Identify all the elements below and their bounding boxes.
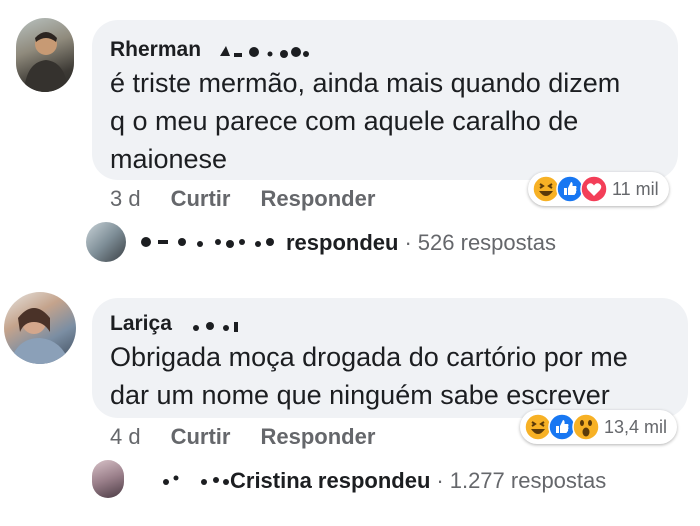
- comment-timestamp[interactable]: 3 d: [110, 186, 141, 212]
- redacted-surname: [186, 316, 246, 336]
- like-button[interactable]: Curtir: [171, 186, 231, 212]
- commenter-avatar[interactable]: [16, 18, 74, 92]
- reply-count: 1.277 respostas: [449, 468, 607, 493]
- replied-label: respondeu: [286, 230, 399, 255]
- comment-text: é triste mermão, ainda mais quando dizem…: [110, 64, 620, 178]
- separator-dot: ·: [404, 230, 412, 255]
- reactions-summary[interactable]: 11 mil: [528, 172, 669, 206]
- comment-actions: 3 d Curtir Responder: [110, 186, 375, 212]
- comment-line: dar um nome que ninguém sabe escrever: [110, 380, 610, 410]
- comment-actions: 4 d Curtir Responder: [110, 424, 375, 450]
- reply-button[interactable]: Responder: [260, 424, 375, 450]
- separator-dot: ·: [436, 468, 444, 493]
- love-icon: [580, 175, 608, 203]
- view-replies-link[interactable]: Cristina respondeu · 1.277 respostas: [230, 468, 606, 494]
- commenter-avatar[interactable]: [4, 292, 76, 364]
- wow-icon: [572, 413, 600, 441]
- replier-avatar[interactable]: [92, 460, 124, 498]
- comment-timestamp[interactable]: 4 d: [110, 424, 141, 450]
- comment-line: Obrigada moça drogada do cartório por me: [110, 342, 628, 372]
- commenter-name[interactable]: Lariça: [110, 312, 172, 336]
- view-replies-link[interactable]: respondeu · 526 respostas: [286, 230, 556, 256]
- comment-line: é triste mermão, ainda mais quando dizem: [110, 68, 621, 98]
- commenter-name[interactable]: Rherman: [110, 38, 201, 62]
- reactions-summary[interactable]: 13,4 mil: [520, 410, 678, 444]
- reaction-count: 13,4 mil: [604, 416, 668, 437]
- reply-count: 526 respostas: [417, 230, 556, 255]
- replied-label: respondeu: [317, 468, 431, 493]
- reaction-count: 11 mil: [612, 178, 659, 199]
- replier-avatar[interactable]: [86, 222, 126, 262]
- redacted-surname: [214, 42, 314, 62]
- reply-button[interactable]: Responder: [260, 186, 375, 212]
- redacted-replier-names: [160, 470, 230, 490]
- replier-name: Cristina: [230, 468, 312, 493]
- like-button[interactable]: Curtir: [171, 424, 231, 450]
- comment-line: q o meu parece com aquele caralho de: [110, 106, 579, 136]
- redacted-replier-names: [138, 232, 278, 252]
- comment-text: Obrigada moça drogada do cartório por me…: [110, 338, 628, 414]
